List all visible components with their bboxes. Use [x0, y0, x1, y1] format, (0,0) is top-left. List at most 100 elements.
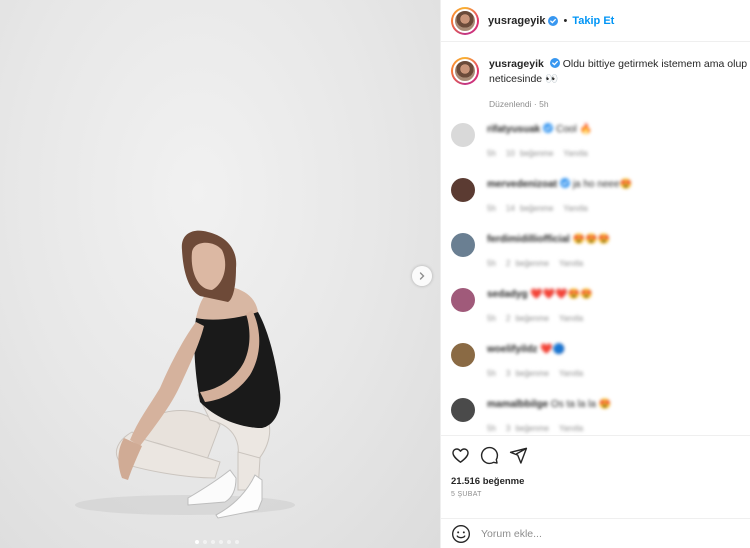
next-image-button[interactable]	[412, 266, 432, 286]
comment-likes[interactable]: 3 beğenme	[506, 369, 549, 378]
comment-username[interactable]: rifatyusuak	[487, 124, 540, 135]
avatar[interactable]	[451, 57, 479, 85]
reply-button[interactable]: Yanıtla	[559, 314, 583, 323]
post-actions: 21.516 beğenme 5 ŞUBAT	[441, 435, 750, 513]
comment-likes[interactable]: 14 beğenme	[506, 204, 553, 213]
avatar[interactable]	[451, 343, 475, 367]
caption-text: yusrageyik Oldu bittiye getirmek istemem…	[489, 57, 750, 87]
caption-body-line2: neticesinde	[489, 73, 543, 85]
comment-username[interactable]: mervedenizoat	[487, 179, 557, 190]
reply-button[interactable]: Yanıtla	[559, 369, 583, 378]
reply-button[interactable]: Yanıtla	[563, 149, 587, 158]
carousel-dot	[235, 540, 239, 544]
comment-row: ferdimidilliofficial 😍😍😍 5h 2 beğenme Yanıt…	[441, 233, 620, 268]
caption-username[interactable]: yusrageyik	[489, 58, 544, 70]
comment-row: mervedenizoat ja ho neee😍 5h 14 beğenme Yan…	[441, 178, 642, 213]
comment-time: 5h	[487, 259, 496, 268]
heart-icon[interactable]	[451, 446, 470, 465]
comment-content: 😍😍😍	[572, 234, 610, 245]
verified-badge-icon	[548, 15, 559, 26]
post-side-panel: yusrageyik • Takip Et yusrageyik Oldu bi…	[440, 0, 750, 548]
post-header: yusrageyik • Takip Et	[441, 0, 750, 42]
carousel-dot	[203, 540, 207, 544]
comment-likes[interactable]: 10 beğenme	[506, 149, 553, 158]
carousel-dot	[195, 540, 199, 544]
verified-badge-icon	[549, 58, 560, 68]
post-caption: yusrageyik Oldu bittiye getirmek istemem…	[441, 43, 750, 109]
follow-button[interactable]: Takip Et	[572, 15, 614, 27]
comment-username[interactable]: mamalbbilge	[487, 399, 548, 410]
verified-badge-icon	[543, 123, 554, 133]
comment-icon[interactable]	[480, 446, 499, 465]
comment-content: ❤️❤️❤️😍😍	[530, 289, 593, 300]
avatar[interactable]	[451, 288, 475, 312]
comment-row: sedadyg ❤️❤️❤️😍😍 5h 2 beğenme Yanıtla	[441, 288, 603, 323]
comments-section[interactable]: yusrageyik Oldu bittiye getirmek istemem…	[441, 43, 750, 435]
comment-text: sedadyg ❤️❤️❤️😍😍	[487, 288, 593, 302]
avatar[interactable]	[451, 123, 475, 147]
caption-body: Oldu bittiye getirmek istemem ama olup b…	[562, 58, 750, 70]
add-comment-bar	[441, 518, 750, 548]
comment-meta: 5h 3 beğenme Yanıtla	[487, 369, 593, 378]
comment-body: mervedenizoat ja ho neee😍 5h 14 beğenme Yan…	[487, 178, 632, 213]
comment-meta: 5h 3 beğenme Yanıtla	[487, 424, 611, 433]
like-count[interactable]: 21.516 beğenme	[451, 476, 741, 487]
comment-meta: 5h 2 beğenme Yanıtla	[487, 259, 610, 268]
header-username[interactable]: yusrageyik	[488, 15, 545, 27]
header-separator: •	[563, 14, 568, 27]
comment-time: 5h	[487, 314, 496, 323]
post-date: 5 ŞUBAT	[451, 491, 482, 498]
avatar[interactable]	[451, 178, 475, 202]
action-icons	[451, 446, 741, 465]
comment-body: sedadyg ❤️❤️❤️😍😍 5h 2 beğenme Yanıtla	[487, 288, 593, 323]
carousel-dot	[211, 540, 215, 544]
comment-username[interactable]: sedadyg	[487, 289, 528, 300]
comment-time: 5h	[487, 369, 496, 378]
comment-body: rifatyusuak Cool 🔥 5h 10 beğenme Yanıtla	[487, 123, 598, 158]
eyes-emoji: 👀	[545, 73, 559, 85]
carousel-dot	[227, 540, 231, 544]
carousel-dot	[219, 540, 223, 544]
reply-button[interactable]: Yanıtla	[563, 204, 587, 213]
post-media[interactable]	[0, 0, 440, 548]
emoji-icon[interactable]	[451, 524, 471, 544]
meta-dot: ·	[533, 99, 537, 109]
avatar[interactable]	[451, 398, 475, 422]
carousel-dots	[195, 540, 239, 544]
comment-username[interactable]: ferdimidilliofficial	[487, 234, 570, 245]
comment-body: mamalbbilge Os ta la la 😍 5h 3 beğenme Yanı…	[487, 398, 611, 433]
comment-body: ferdimidilliofficial 😍😍😍 5h 2 beğenme Yanıt…	[487, 233, 610, 268]
edited-label: Düzenlendi	[489, 99, 532, 109]
comment-content: ja ho neee😍	[572, 179, 632, 190]
comment-likes[interactable]: 3 beğenme	[506, 424, 549, 433]
avatar[interactable]	[451, 233, 475, 257]
comment-meta: 5h 2 beğenme Yanıtla	[487, 314, 593, 323]
comment-text: mamalbbilge Os ta la la 😍	[487, 398, 611, 412]
edited-time: 5h	[539, 99, 549, 109]
reply-button[interactable]: Yanıtla	[559, 424, 583, 433]
comment-content: Os ta la la 😍	[550, 399, 612, 410]
comment-body: woelifyildz ❤️🔵 5h 3 beğenme Yanıtla	[487, 343, 593, 378]
comment-time: 5h	[487, 204, 496, 213]
comment-meta: 5h 10 beğenme Yanıtla	[487, 149, 598, 158]
comment-time: 5h	[487, 424, 496, 433]
comment-input[interactable]	[481, 527, 721, 540]
comment-username[interactable]: woelifyildz	[487, 344, 538, 355]
comment-meta: 5h 14 beğenme Yanıtla	[487, 204, 632, 213]
comment-text: woelifyildz ❤️🔵	[487, 343, 593, 357]
comment-row: rifatyusuak Cool 🔥 5h 10 beğenme Yanıtla	[441, 123, 608, 158]
verified-badge-icon	[560, 178, 571, 188]
comment-text: rifatyusuak Cool 🔥	[487, 123, 598, 137]
chevron-right-icon	[419, 272, 425, 280]
post-photo	[75, 230, 295, 519]
comment-row: mamalbbilge Os ta la la 😍 5h 3 beğenme Yanı…	[441, 398, 621, 433]
avatar[interactable]	[451, 6, 479, 35]
comment-likes[interactable]: 2 beğenme	[506, 314, 549, 323]
comment-time: 5h	[487, 149, 496, 158]
reply-button[interactable]: Yanıtla	[559, 259, 583, 268]
share-icon[interactable]	[509, 446, 528, 465]
comment-text: mervedenizoat ja ho neee😍	[487, 178, 632, 192]
comment-likes[interactable]: 2 beğenme	[506, 259, 549, 268]
comment-content: ❤️🔵	[540, 344, 566, 355]
comment-text: ferdimidilliofficial 😍😍😍	[487, 233, 610, 247]
